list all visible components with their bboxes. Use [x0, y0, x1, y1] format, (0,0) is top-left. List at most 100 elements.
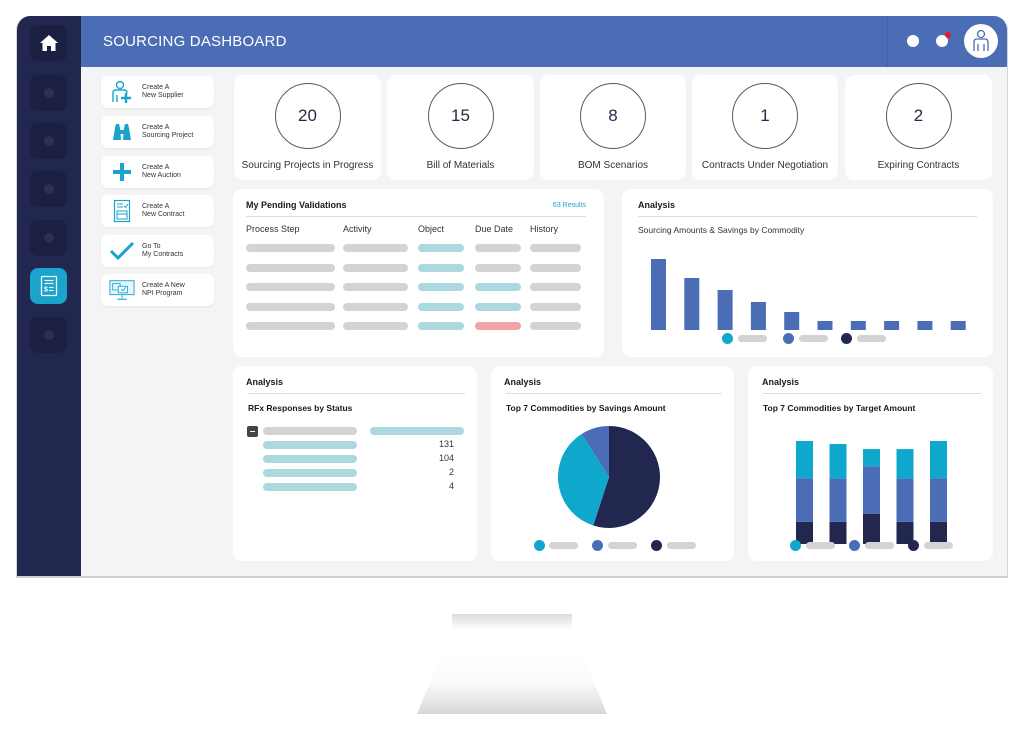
table-cell-placeholder[interactable]: [418, 322, 464, 330]
column-header-object[interactable]: Object: [418, 224, 444, 234]
sidebar-item-2[interactable]: [30, 75, 67, 111]
rfx-status-label: [263, 469, 357, 477]
table-cell-placeholder[interactable]: [246, 283, 335, 291]
table-cell-placeholder[interactable]: [475, 302, 521, 311]
monitor-bezel-bottom: [16, 576, 1008, 578]
sidebar-item-7[interactable]: [30, 317, 67, 353]
column-header-due-date[interactable]: Due Date: [475, 224, 513, 234]
svg-text:$: $: [44, 287, 48, 294]
quick-action-line2: NPI Program: [142, 290, 183, 297]
table-cell-placeholder[interactable]: [530, 302, 581, 311]
monitor-stand-base: [417, 650, 607, 714]
table-cell-placeholder[interactable]: [246, 322, 335, 330]
kpi-card-contracts-under-negotiation[interactable]: 1 Contracts Under Negotiation: [692, 75, 838, 180]
create-new-supplier-button[interactable]: Create A New Supplier: [101, 76, 214, 108]
rfx-count: 2: [448, 467, 454, 477]
quick-action-line1: Create A: [142, 164, 170, 171]
table-cell-placeholder[interactable]: [418, 263, 464, 272]
table-cell-placeholder[interactable]: [343, 263, 408, 272]
sidebar-item-5[interactable]: [30, 220, 67, 256]
table-cell-placeholder[interactable]: [475, 244, 521, 252]
table-cell-placeholder[interactable]: [530, 263, 581, 272]
legend-label-series-3: [924, 542, 953, 549]
bar-8: [884, 321, 900, 330]
table-cell-placeholder[interactable]: [343, 244, 408, 252]
table-cell-placeholder[interactable]: [418, 244, 464, 252]
table-cell-placeholder[interactable]: [530, 283, 581, 291]
table-cell-placeholder[interactable]: [246, 263, 335, 272]
monitor-screen: $ SOURCING DASHBOARD Create A New Supplie…: [16, 16, 1008, 578]
card-title: Analysis: [246, 377, 284, 387]
placeholder-icon: [43, 184, 54, 194]
create-npi-program-button[interactable]: Create A New NPI Program: [101, 274, 214, 306]
rfx-count: 104: [438, 453, 454, 463]
checkmark-icon: [109, 241, 135, 261]
kpi-label: Sourcing Projects in Progress: [241, 160, 374, 171]
quick-action-line1: Go To: [142, 243, 161, 250]
bar-9: [917, 321, 933, 330]
kpi-card-expiring-contracts[interactable]: 2 Expiring Contracts: [845, 75, 992, 180]
table-cell-placeholder[interactable]: [475, 263, 521, 272]
table-cell-placeholder[interactable]: [475, 283, 521, 291]
kpi-card-bill-of-materials[interactable]: 15 Bill of Materials: [387, 75, 534, 180]
table-cell-placeholder[interactable]: [343, 283, 408, 291]
user-icon: [973, 29, 989, 51]
stacked-bar-3-segment-2: [863, 466, 880, 514]
rfx-count: 4: [448, 481, 454, 491]
legend-marker-series-2: [849, 540, 860, 551]
table-cell-placeholder[interactable]: [418, 302, 464, 311]
column-header-history[interactable]: History: [530, 224, 558, 234]
bar-5: [784, 312, 800, 330]
chart-title: RFx Responses by Status: [248, 403, 353, 413]
create-new-auction-button[interactable]: Create A New Auction: [101, 156, 214, 188]
target-analysis-card: Analysis Top 7 Commodities by Target Amo…: [748, 366, 993, 561]
legend-marker-series-1: [534, 540, 545, 551]
create-sourcing-project-button[interactable]: Create A Sourcing Project: [101, 116, 214, 148]
quick-action-line2: New Auction: [142, 172, 181, 179]
table-cell-placeholder[interactable]: [530, 244, 581, 252]
results-count-link[interactable]: 63 Results: [553, 202, 586, 209]
kpi-label: Bill of Materials: [426, 160, 495, 171]
legend-label-series-2: [608, 542, 637, 549]
avatar[interactable]: [964, 24, 998, 58]
legend-marker-series-1: [722, 333, 733, 344]
go-to-my-contracts-button[interactable]: Go To My Contracts: [101, 235, 214, 267]
quick-action-line2: New Contract: [142, 211, 185, 218]
stacked-bar-5-segment-1: [930, 521, 947, 544]
table-cell-placeholder[interactable]: [418, 283, 464, 291]
pending-validations-card: My Pending Validations 63 Results Proces…: [233, 189, 604, 357]
table-cell-placeholder[interactable]: [343, 322, 408, 330]
bar-1: [651, 259, 666, 330]
kpi-card-sourcing-projects[interactable]: 20 Sourcing Projects in Progress: [234, 75, 381, 180]
rfx-status-label: [263, 483, 357, 491]
header-divider: [887, 16, 888, 67]
kpi-label: Contracts Under Negotiation: [701, 160, 829, 171]
savings-analysis-card: Analysis Top 7 Commodities by Savings Am…: [491, 366, 734, 561]
table-cell-placeholder[interactable]: [530, 322, 581, 330]
header-bar: SOURCING DASHBOARD: [81, 16, 1007, 67]
invoice-icon: $: [40, 275, 57, 297]
column-header-activity[interactable]: Activity: [343, 224, 372, 234]
table-cell-placeholder[interactable]: [246, 302, 335, 311]
sidebar-item-home[interactable]: [30, 25, 67, 61]
quick-action-line1: Create A: [142, 124, 170, 131]
kpi-card-bom-scenarios[interactable]: 8 BOM Scenarios: [540, 75, 686, 180]
create-new-contract-button[interactable]: Create A New Contract: [101, 195, 214, 227]
sidebar-item-invoices[interactable]: $: [30, 268, 67, 304]
collapse-toggle[interactable]: [247, 426, 258, 437]
table-cell-placeholder[interactable]: [246, 244, 335, 252]
sidebar-item-4[interactable]: [30, 171, 67, 207]
table-cell-placeholder[interactable]: [475, 322, 521, 330]
stacked-bar-4-segment-2: [896, 478, 914, 522]
sidebar-item-3[interactable]: [30, 123, 67, 159]
page-title: SOURCING DASHBOARD: [103, 33, 287, 50]
stacked-bar-2-segment-2: [829, 478, 847, 522]
target-stacked-chart: [796, 441, 947, 544]
settings-icon[interactable]: [907, 35, 919, 47]
column-header-process-step[interactable]: Process Step: [246, 224, 300, 234]
stacked-bar-5-segment-3: [930, 441, 947, 479]
bar-6: [817, 321, 833, 330]
placeholder-icon: [43, 330, 54, 340]
quick-action-line1: Create A: [142, 84, 170, 91]
table-cell-placeholder[interactable]: [343, 302, 408, 311]
